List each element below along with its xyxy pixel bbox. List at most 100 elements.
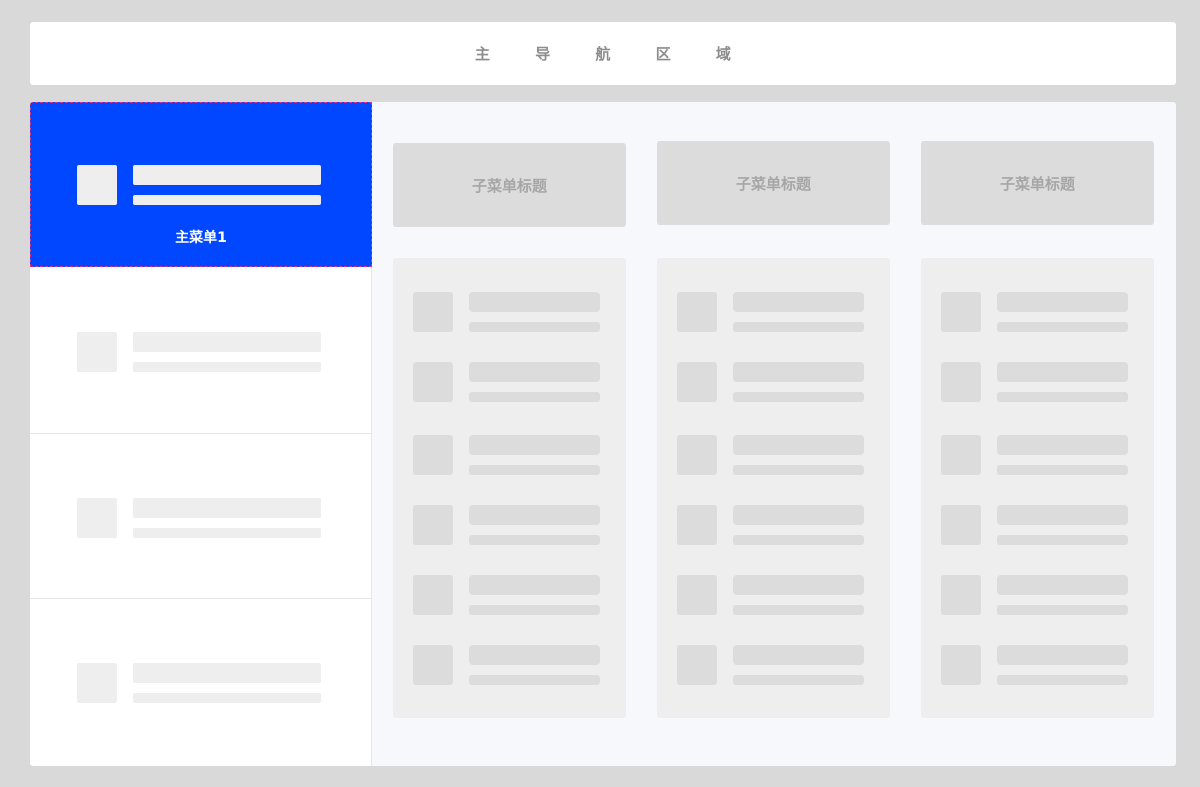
list-item[interactable] [921, 645, 1154, 685]
submenu-title[interactable]: 子菜单标题 [393, 143, 626, 227]
list-item-subtitle-placeholder [733, 322, 864, 332]
list-item-subtitle-placeholder [997, 605, 1128, 615]
list-item[interactable] [393, 292, 626, 332]
list-item-subtitle-placeholder [469, 392, 600, 402]
list-item-image-placeholder-icon [413, 575, 453, 615]
menu-item-image-placeholder-icon [77, 332, 117, 372]
menu-item-title-placeholder [133, 165, 321, 185]
list-item-image-placeholder-icon [677, 575, 717, 615]
list-item-title-placeholder [733, 575, 864, 595]
list-item-image-placeholder-icon [677, 505, 717, 545]
list-item[interactable] [657, 292, 890, 332]
list-item[interactable] [393, 505, 626, 545]
list-item[interactable] [921, 435, 1154, 475]
list-item-subtitle-placeholder [733, 605, 864, 615]
submenu-content-area: 子菜单标题 子菜单标题 子菜单标题 [372, 102, 1176, 766]
submenu-title[interactable]: 子菜单标题 [657, 141, 890, 225]
list-item-title-placeholder [733, 292, 864, 312]
list-item-title-placeholder [997, 435, 1128, 455]
list-item[interactable] [657, 362, 890, 402]
list-item-title-placeholder [733, 645, 864, 665]
menu-item-image-placeholder-icon [77, 663, 117, 703]
list-item-title-placeholder [997, 575, 1128, 595]
list-item-image-placeholder-icon [941, 435, 981, 475]
menu-item-title-placeholder [133, 498, 321, 518]
list-item[interactable] [921, 505, 1154, 545]
menu-item-title-placeholder [133, 663, 321, 683]
menu-item-title-placeholder [133, 332, 321, 352]
list-item-subtitle-placeholder [733, 392, 864, 402]
menu-item-image-placeholder-icon [77, 165, 117, 205]
list-item-title-placeholder [997, 362, 1128, 382]
list-item-title-placeholder [733, 362, 864, 382]
list-item-title-placeholder [469, 645, 600, 665]
sidebar-item-main-menu-1[interactable]: 主菜单1 [30, 102, 372, 267]
menu-item-subtitle-placeholder [133, 528, 321, 538]
list-item-image-placeholder-icon [413, 292, 453, 332]
list-item-title-placeholder [469, 362, 600, 382]
main-navigation-area: 主 导 航 区 域 [30, 22, 1176, 85]
list-item-subtitle-placeholder [997, 675, 1128, 685]
list-item-subtitle-placeholder [733, 535, 864, 545]
list-item-image-placeholder-icon [677, 292, 717, 332]
submenu-panel [393, 258, 626, 718]
sidebar-item-2[interactable] [30, 267, 372, 434]
list-item-title-placeholder [469, 505, 600, 525]
main-navigation-title: 主 导 航 区 域 [475, 45, 751, 63]
list-item-image-placeholder-icon [413, 435, 453, 475]
list-item-subtitle-placeholder [469, 605, 600, 615]
submenu-panel [657, 258, 890, 718]
submenu-panel [921, 258, 1154, 718]
list-item[interactable] [921, 575, 1154, 615]
list-item-image-placeholder-icon [941, 645, 981, 685]
sidebar-item-3[interactable] [30, 434, 372, 599]
list-item-title-placeholder [733, 435, 864, 455]
page: 主 导 航 区 域 主菜单1 子菜单标题 子菜单标题 子菜单标题 [0, 0, 1200, 787]
submenu-title[interactable]: 子菜单标题 [921, 141, 1154, 225]
list-item-subtitle-placeholder [997, 322, 1128, 332]
menu-item-subtitle-placeholder [133, 693, 321, 703]
list-item-image-placeholder-icon [941, 362, 981, 402]
list-item[interactable] [393, 575, 626, 615]
list-item[interactable] [393, 435, 626, 475]
list-item-title-placeholder [469, 435, 600, 455]
list-item[interactable] [921, 292, 1154, 332]
sidebar-menu: 主菜单1 [30, 102, 372, 766]
list-item[interactable] [393, 645, 626, 685]
list-item-title-placeholder [733, 505, 864, 525]
list-item-image-placeholder-icon [677, 645, 717, 685]
list-item-image-placeholder-icon [413, 362, 453, 402]
menu-item-image-placeholder-icon [77, 498, 117, 538]
list-item-subtitle-placeholder [997, 465, 1128, 475]
list-item[interactable] [657, 575, 890, 615]
list-item-image-placeholder-icon [677, 435, 717, 475]
list-item-image-placeholder-icon [413, 645, 453, 685]
list-item[interactable] [657, 505, 890, 545]
sidebar-item-label: 主菜单1 [175, 230, 227, 246]
list-item-image-placeholder-icon [413, 505, 453, 545]
list-item-image-placeholder-icon [941, 575, 981, 615]
list-item-title-placeholder [997, 645, 1128, 665]
list-item-title-placeholder [997, 505, 1128, 525]
list-item[interactable] [393, 362, 626, 402]
sidebar-item-4[interactable] [30, 599, 372, 766]
list-item-title-placeholder [469, 575, 600, 595]
list-item-subtitle-placeholder [733, 465, 864, 475]
list-item-subtitle-placeholder [469, 535, 600, 545]
list-item-subtitle-placeholder [733, 675, 864, 685]
list-item-image-placeholder-icon [941, 292, 981, 332]
list-item-subtitle-placeholder [469, 675, 600, 685]
list-item-title-placeholder [469, 292, 600, 312]
list-item[interactable] [657, 645, 890, 685]
list-item-image-placeholder-icon [941, 505, 981, 545]
list-item-image-placeholder-icon [677, 362, 717, 402]
list-item[interactable] [657, 435, 890, 475]
list-item-subtitle-placeholder [997, 535, 1128, 545]
list-item-subtitle-placeholder [469, 322, 600, 332]
menu-item-subtitle-placeholder [133, 362, 321, 372]
menu-item-subtitle-placeholder [133, 195, 321, 205]
list-item-title-placeholder [997, 292, 1128, 312]
list-item-subtitle-placeholder [469, 465, 600, 475]
list-item[interactable] [921, 362, 1154, 402]
list-item-subtitle-placeholder [997, 392, 1128, 402]
